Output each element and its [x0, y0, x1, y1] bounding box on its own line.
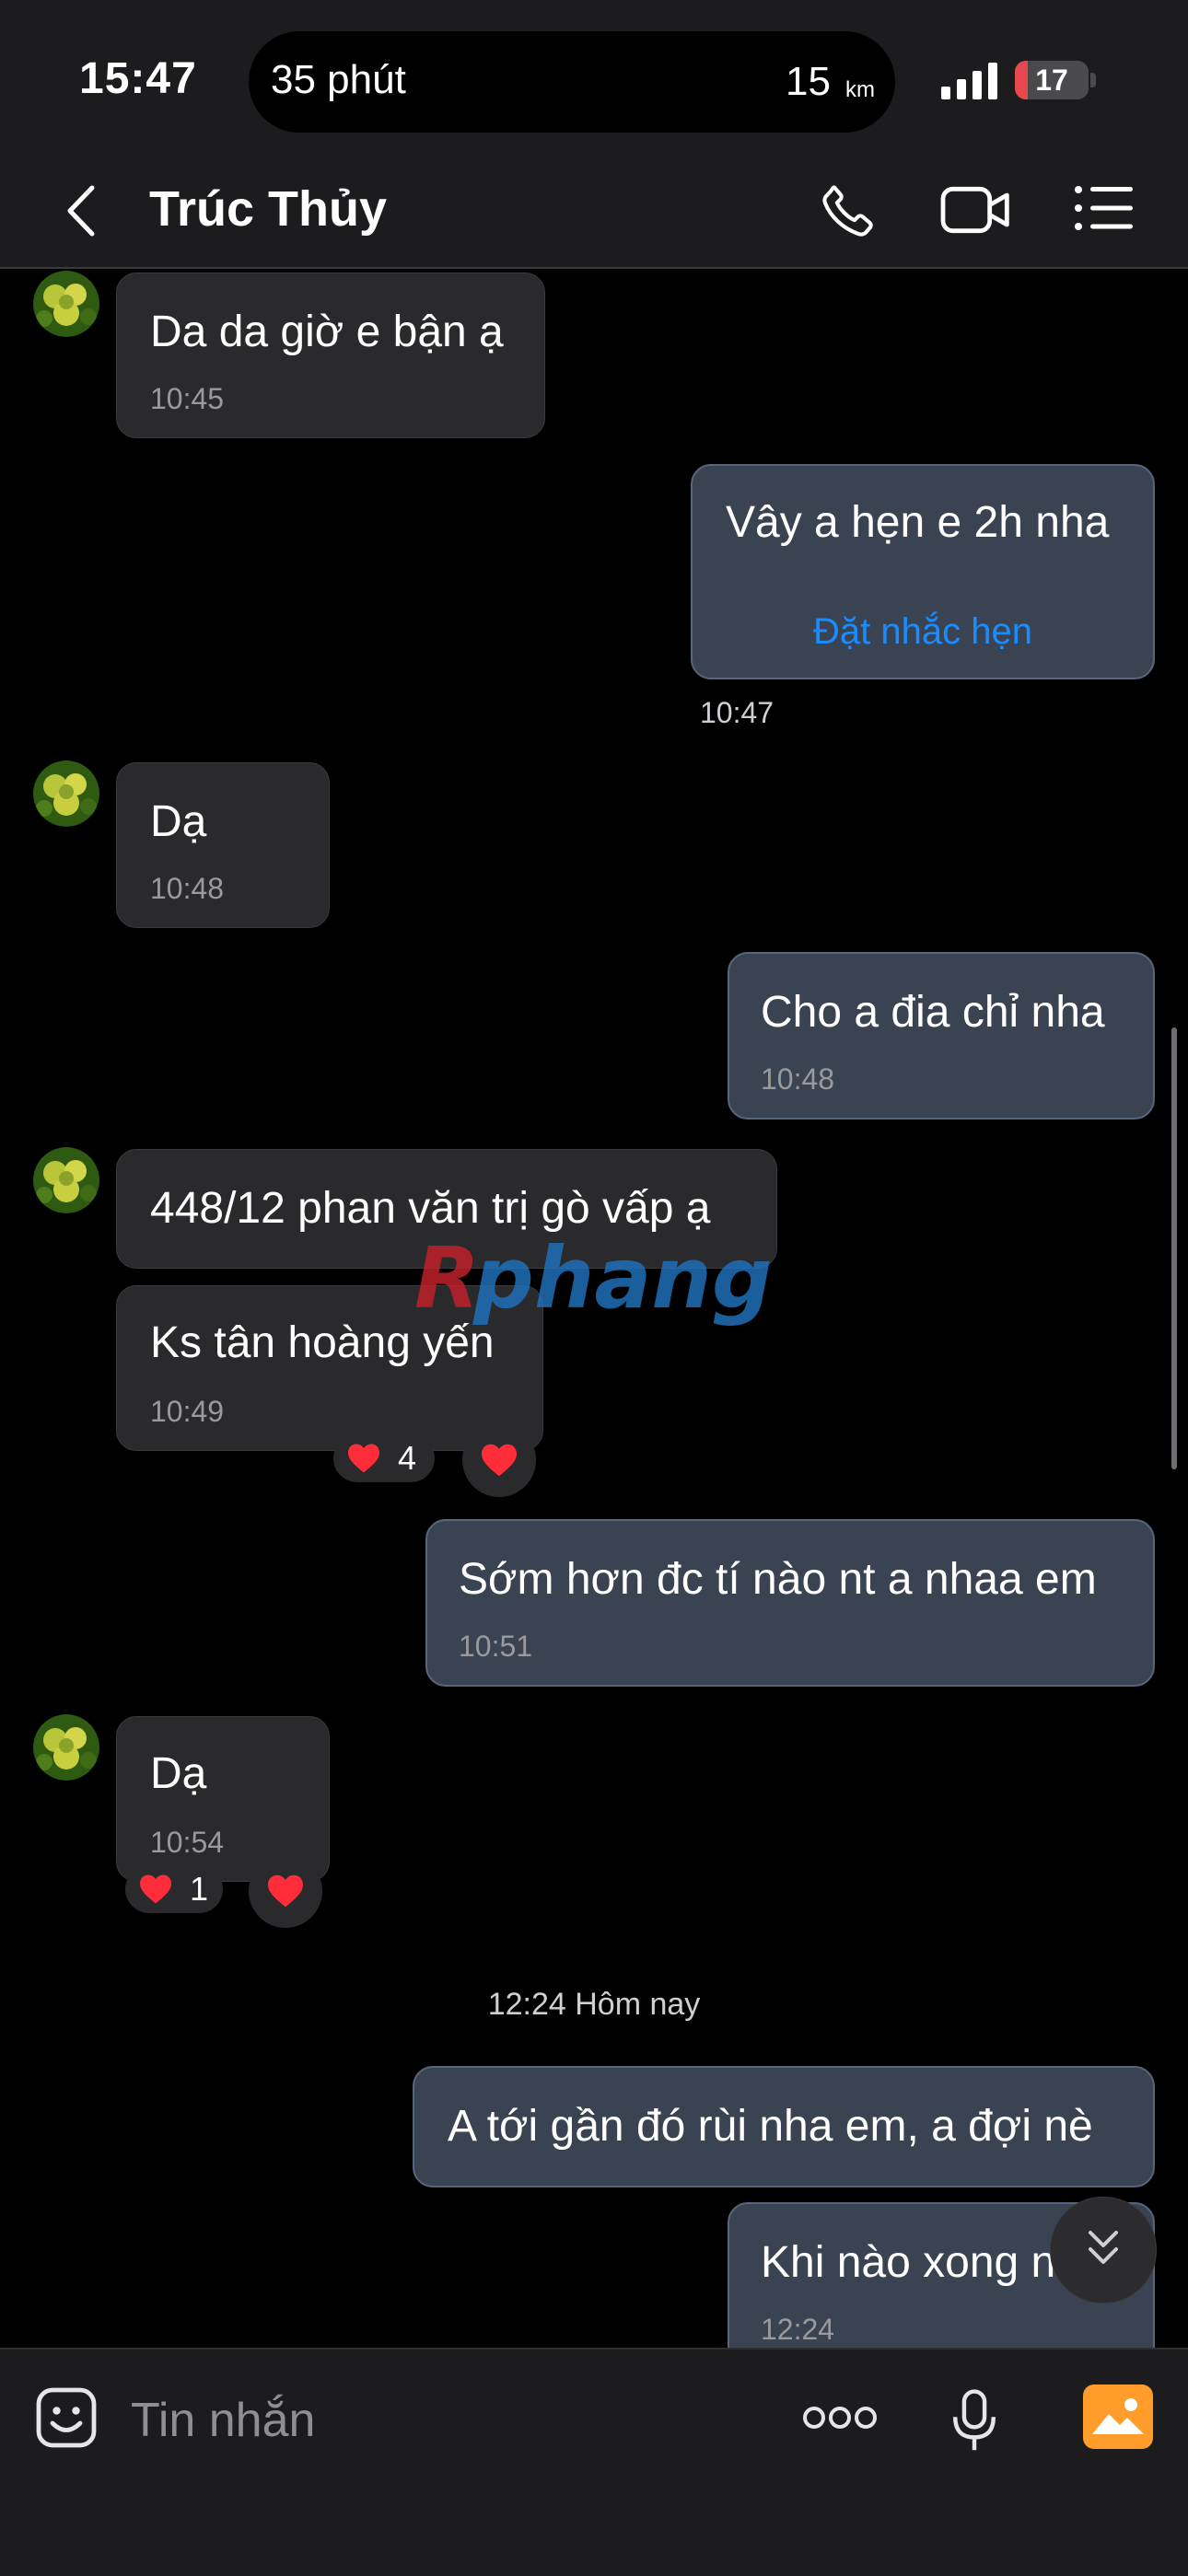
heart-icon [268, 1874, 303, 1908]
image-icon [1092, 2398, 1144, 2434]
back-arrow-icon[interactable] [61, 182, 101, 239]
message-text: Cho a đia chỉ nha [761, 988, 1105, 1037]
reaction-summary[interactable]: 1 [125, 1865, 223, 1913]
incoming-message-bubble[interactable]: Da da giờ e bận ạ 10:45 [116, 273, 545, 438]
battery-tip [1090, 73, 1096, 87]
contact-avatar[interactable] [33, 760, 99, 827]
message-time: 10:54 [150, 1826, 225, 1859]
eta-minutes: 35 phút [271, 57, 406, 102]
message-time: 10:48 [761, 1062, 835, 1096]
avatar-flower-icon [33, 1147, 99, 1213]
more-options-icon[interactable] [801, 2401, 879, 2434]
incoming-message-bubble[interactable]: Dạ 10:48 [116, 762, 330, 928]
scrollbar-thumb[interactable] [1171, 1027, 1177, 1469]
message-time: 10:51 [459, 1630, 533, 1663]
message-text: Khi nào xong n [761, 2238, 1056, 2287]
message-time: 10:49 [150, 1395, 225, 1428]
voice-microphone-icon[interactable] [949, 2386, 1000, 2453]
heart-icon [140, 1874, 171, 1904]
set-reminder-link[interactable]: Đặt nhắc hẹn [693, 611, 1153, 653]
photo-gallery-button[interactable] [1083, 2385, 1153, 2449]
message-time: 10:45 [150, 382, 225, 415]
reaction-count: 1 [190, 1870, 209, 1908]
avatar-flower-icon [33, 760, 99, 827]
outgoing-message-bubble[interactable]: Cho a đia chỉ nha 10:48 [728, 952, 1155, 1120]
message-time: 10:47 [700, 696, 775, 729]
heart-icon [482, 1444, 517, 1477]
message-text: Vây a hẹn e 2h nha [726, 498, 1110, 547]
contact-avatar[interactable] [33, 1714, 99, 1781]
reaction-summary[interactable]: 4 [333, 1434, 435, 1482]
sticker-emoji-icon[interactable] [33, 2385, 99, 2451]
battery-icon: 17 [1015, 61, 1089, 99]
message-input[interactable] [129, 2383, 759, 2458]
top-bar: 15:47 35 phút 15 km 17 Trúc Thủy [0, 0, 1188, 269]
distance-unit: km [845, 77, 875, 102]
react-heart-button[interactable] [249, 1854, 322, 1928]
message-input-bar [0, 2348, 1188, 2576]
svg-text:R: R [414, 1234, 480, 1328]
message-time: 10:48 [150, 872, 225, 905]
react-heart-button[interactable] [462, 1423, 536, 1497]
avatar-flower-icon [33, 271, 99, 337]
distance-value: 15 [786, 59, 831, 104]
outgoing-message-bubble[interactable]: Sớm hơn đc tí nào nt a nhaa em 10:51 [425, 1519, 1155, 1687]
contact-name[interactable]: Trúc Thủy [149, 180, 387, 238]
scroll-to-bottom-button[interactable] [1050, 2197, 1157, 2303]
outgoing-message-bubble[interactable]: Vây a hẹn e 2h nha Đặt nhắc hẹn [691, 464, 1155, 679]
message-time: 12:24 [761, 2313, 835, 2346]
outgoing-message-bubble[interactable]: A tới gần đó rùi nha em, a đợi nè [413, 2066, 1155, 2187]
message-text: A tới gần đó rùi nha em, a đợi nè [448, 2102, 1093, 2151]
svg-text:phang: phang [472, 1234, 773, 1328]
date-separator: 12:24 Hôm nay [487, 1987, 701, 2022]
rphang-watermark-logo: R phang [414, 1234, 773, 1328]
video-call-icon[interactable] [939, 180, 1013, 239]
contact-avatar[interactable] [33, 271, 99, 337]
menu-list-icon[interactable] [1074, 184, 1135, 232]
message-text: Da da giờ e bận ạ [150, 307, 504, 356]
message-text: Sớm hơn đc tí nào nt a nhaa em [459, 1555, 1097, 1604]
battery-percentage: 17 [1035, 64, 1068, 97]
phone-call-icon[interactable] [818, 180, 879, 241]
message-text: Dạ [150, 797, 207, 846]
message-text: 448/12 phan văn trị gò vấp ạ [150, 1184, 711, 1233]
reaction-count: 4 [398, 1439, 417, 1477]
signal-icon [941, 63, 997, 99]
dynamic-island-live-activity[interactable]: 35 phút 15 km [249, 31, 895, 133]
heart-icon [348, 1444, 379, 1473]
avatar-flower-icon [33, 1714, 99, 1781]
message-text: Dạ [150, 1749, 207, 1798]
contact-avatar[interactable] [33, 1147, 99, 1213]
status-time: 15:47 [79, 54, 197, 103]
double-chevron-down-icon [1089, 2231, 1118, 2264]
